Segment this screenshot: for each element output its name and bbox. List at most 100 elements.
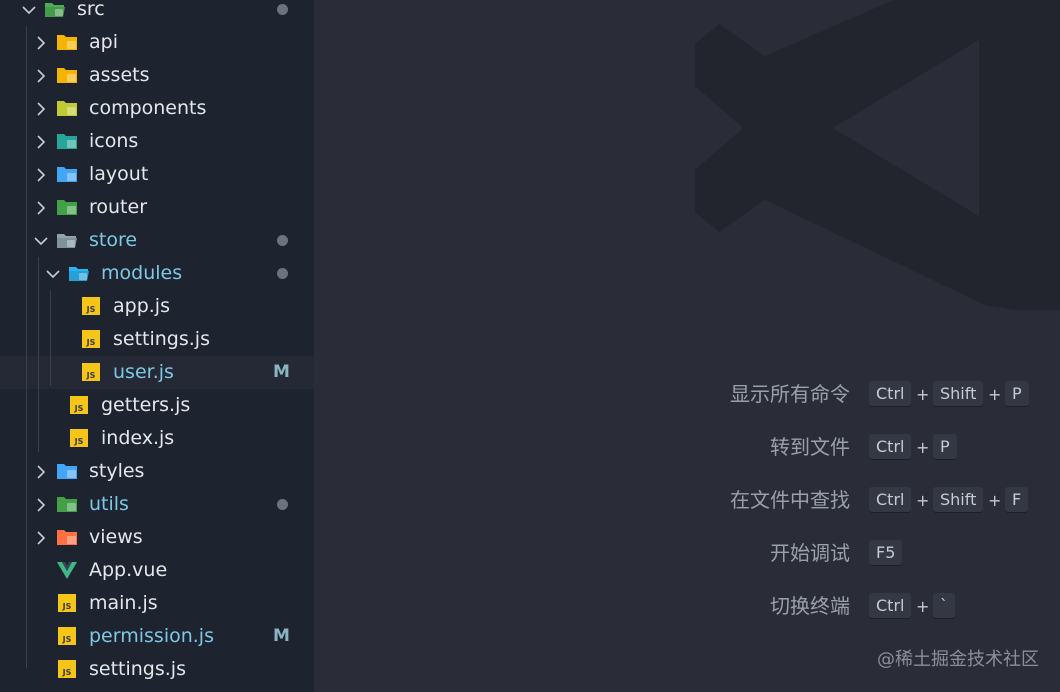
item-label: api: [89, 31, 118, 53]
folder-row-layout[interactable]: layout: [0, 158, 314, 191]
keycap: Shift: [933, 487, 984, 513]
js-file-icon: JS: [80, 296, 102, 316]
modified-dot-icon: [277, 4, 288, 15]
folder-row-assets[interactable]: assets: [0, 59, 314, 92]
js-file-icon: JS: [68, 395, 90, 415]
item-label: router: [89, 196, 148, 218]
folder-row-utils[interactable]: utils: [0, 488, 314, 521]
layout-folder-icon: [56, 164, 78, 184]
file-row-app-vue[interactable]: App.vue: [0, 554, 314, 587]
file-explorer: src api assets components icons layout router s…: [0, 0, 314, 692]
folder-row-styles[interactable]: styles: [0, 455, 314, 488]
keycap: Shift: [933, 381, 984, 407]
plus-separator: +: [988, 491, 1002, 510]
svg-text:JS: JS: [74, 404, 84, 413]
item-label: user.js: [113, 361, 174, 383]
item-label: assets: [89, 64, 150, 86]
file-row-getters-js[interactable]: JS getters.js: [0, 389, 314, 422]
chevron-down-icon[interactable]: [32, 232, 50, 250]
keycap: Ctrl: [869, 434, 912, 460]
js-file-icon: JS: [56, 659, 78, 679]
plus-separator: +: [988, 385, 1002, 404]
shortcut-label: 显示所有命令: [730, 382, 850, 406]
item-label: styles: [89, 460, 145, 482]
chevron-right-icon[interactable]: [32, 166, 50, 184]
credit-watermark: @稀土掘金技术社区: [877, 649, 1039, 670]
folder-row-modules[interactable]: modules: [0, 257, 314, 290]
file-row-main-js[interactable]: JS main.js: [0, 587, 314, 620]
plus-separator: +: [916, 597, 930, 616]
js-file-icon: JS: [80, 329, 102, 349]
plus-separator: +: [916, 385, 930, 404]
chevron-right-icon[interactable]: [32, 67, 50, 85]
js-file-icon: JS: [56, 593, 78, 613]
svg-text:JS: JS: [86, 371, 96, 380]
file-row-permission-js[interactable]: JS permission.js M: [0, 620, 314, 653]
item-label: icons: [89, 130, 139, 152]
item-label: store: [89, 229, 138, 251]
folder-row-api[interactable]: api: [0, 26, 314, 59]
keycap: P: [1005, 381, 1029, 407]
item-label: settings.js: [89, 658, 186, 680]
js-file-icon: JS: [80, 362, 102, 382]
folder-row-components[interactable]: components: [0, 92, 314, 125]
folder-row-views[interactable]: views: [0, 521, 314, 554]
folder-row-store[interactable]: store: [0, 224, 314, 257]
vue-file-icon: [56, 560, 78, 580]
keycap: P: [933, 434, 957, 460]
shortcut-label: 在文件中查找: [730, 488, 850, 512]
assets-folder-icon: [56, 65, 78, 85]
chevron-right-icon[interactable]: [32, 463, 50, 481]
file-row-settings-js[interactable]: JS settings.js: [0, 653, 314, 686]
item-label: layout: [89, 163, 149, 185]
js-file-icon: JS: [68, 428, 90, 448]
chevron-right-icon[interactable]: [32, 100, 50, 118]
svg-text:JS: JS: [86, 305, 96, 314]
svg-text:JS: JS: [62, 602, 72, 611]
vscode-window: src api assets components icons layout router s…: [0, 0, 1060, 692]
keycap: F5: [869, 540, 903, 566]
chevron-right-icon[interactable]: [32, 34, 50, 52]
js-file-icon: JS: [56, 626, 78, 646]
shortcut-label: 开始调试: [770, 541, 850, 565]
file-row-app-js[interactable]: JS app.js: [0, 290, 314, 323]
icons-folder-icon: [56, 131, 78, 151]
chevron-right-icon[interactable]: [32, 529, 50, 547]
chevron-down-icon[interactable]: [20, 1, 38, 19]
shortcut-label: 切换终端: [770, 594, 850, 618]
chevron-right-icon[interactable]: [32, 496, 50, 514]
indent-guide: [38, 257, 39, 452]
file-row-index-js[interactable]: JS index.js: [0, 422, 314, 455]
item-label: utils: [89, 493, 129, 515]
item-label: index.js: [101, 427, 175, 449]
indent-guide: [26, 26, 27, 668]
plus-separator: +: [916, 438, 930, 457]
shortcut-label: 转到文件: [770, 435, 850, 459]
folder-row-icons[interactable]: icons: [0, 125, 314, 158]
chevron-down-icon[interactable]: [44, 265, 62, 283]
item-label: permission.js: [89, 625, 214, 647]
item-label: main.js: [89, 592, 158, 614]
keycap: Ctrl: [869, 593, 912, 619]
item-label: src: [77, 0, 105, 20]
modified-dot-icon: [277, 499, 288, 510]
item-label: modules: [101, 262, 183, 284]
chevron-right-icon[interactable]: [32, 199, 50, 217]
utils-folder-icon: [56, 494, 78, 514]
styles-folder-icon: [56, 461, 78, 481]
svg-text:JS: JS: [62, 668, 72, 677]
modified-dot-icon: [277, 235, 288, 246]
router-folder-icon: [56, 197, 78, 217]
keycap: `: [933, 593, 955, 619]
folder-row-router[interactable]: router: [0, 191, 314, 224]
file-row-settings-js[interactable]: JS settings.js: [0, 323, 314, 356]
views-folder-icon: [56, 527, 78, 547]
svg-text:JS: JS: [74, 437, 84, 446]
indent-guide: [50, 290, 51, 386]
src-folder-icon: [44, 0, 66, 19]
folder-row-src[interactable]: src: [0, 0, 314, 26]
file-row-user-js[interactable]: JS user.js M: [0, 356, 314, 389]
item-label: components: [89, 97, 207, 119]
chevron-right-icon[interactable]: [32, 133, 50, 151]
item-label: settings.js: [113, 328, 210, 350]
